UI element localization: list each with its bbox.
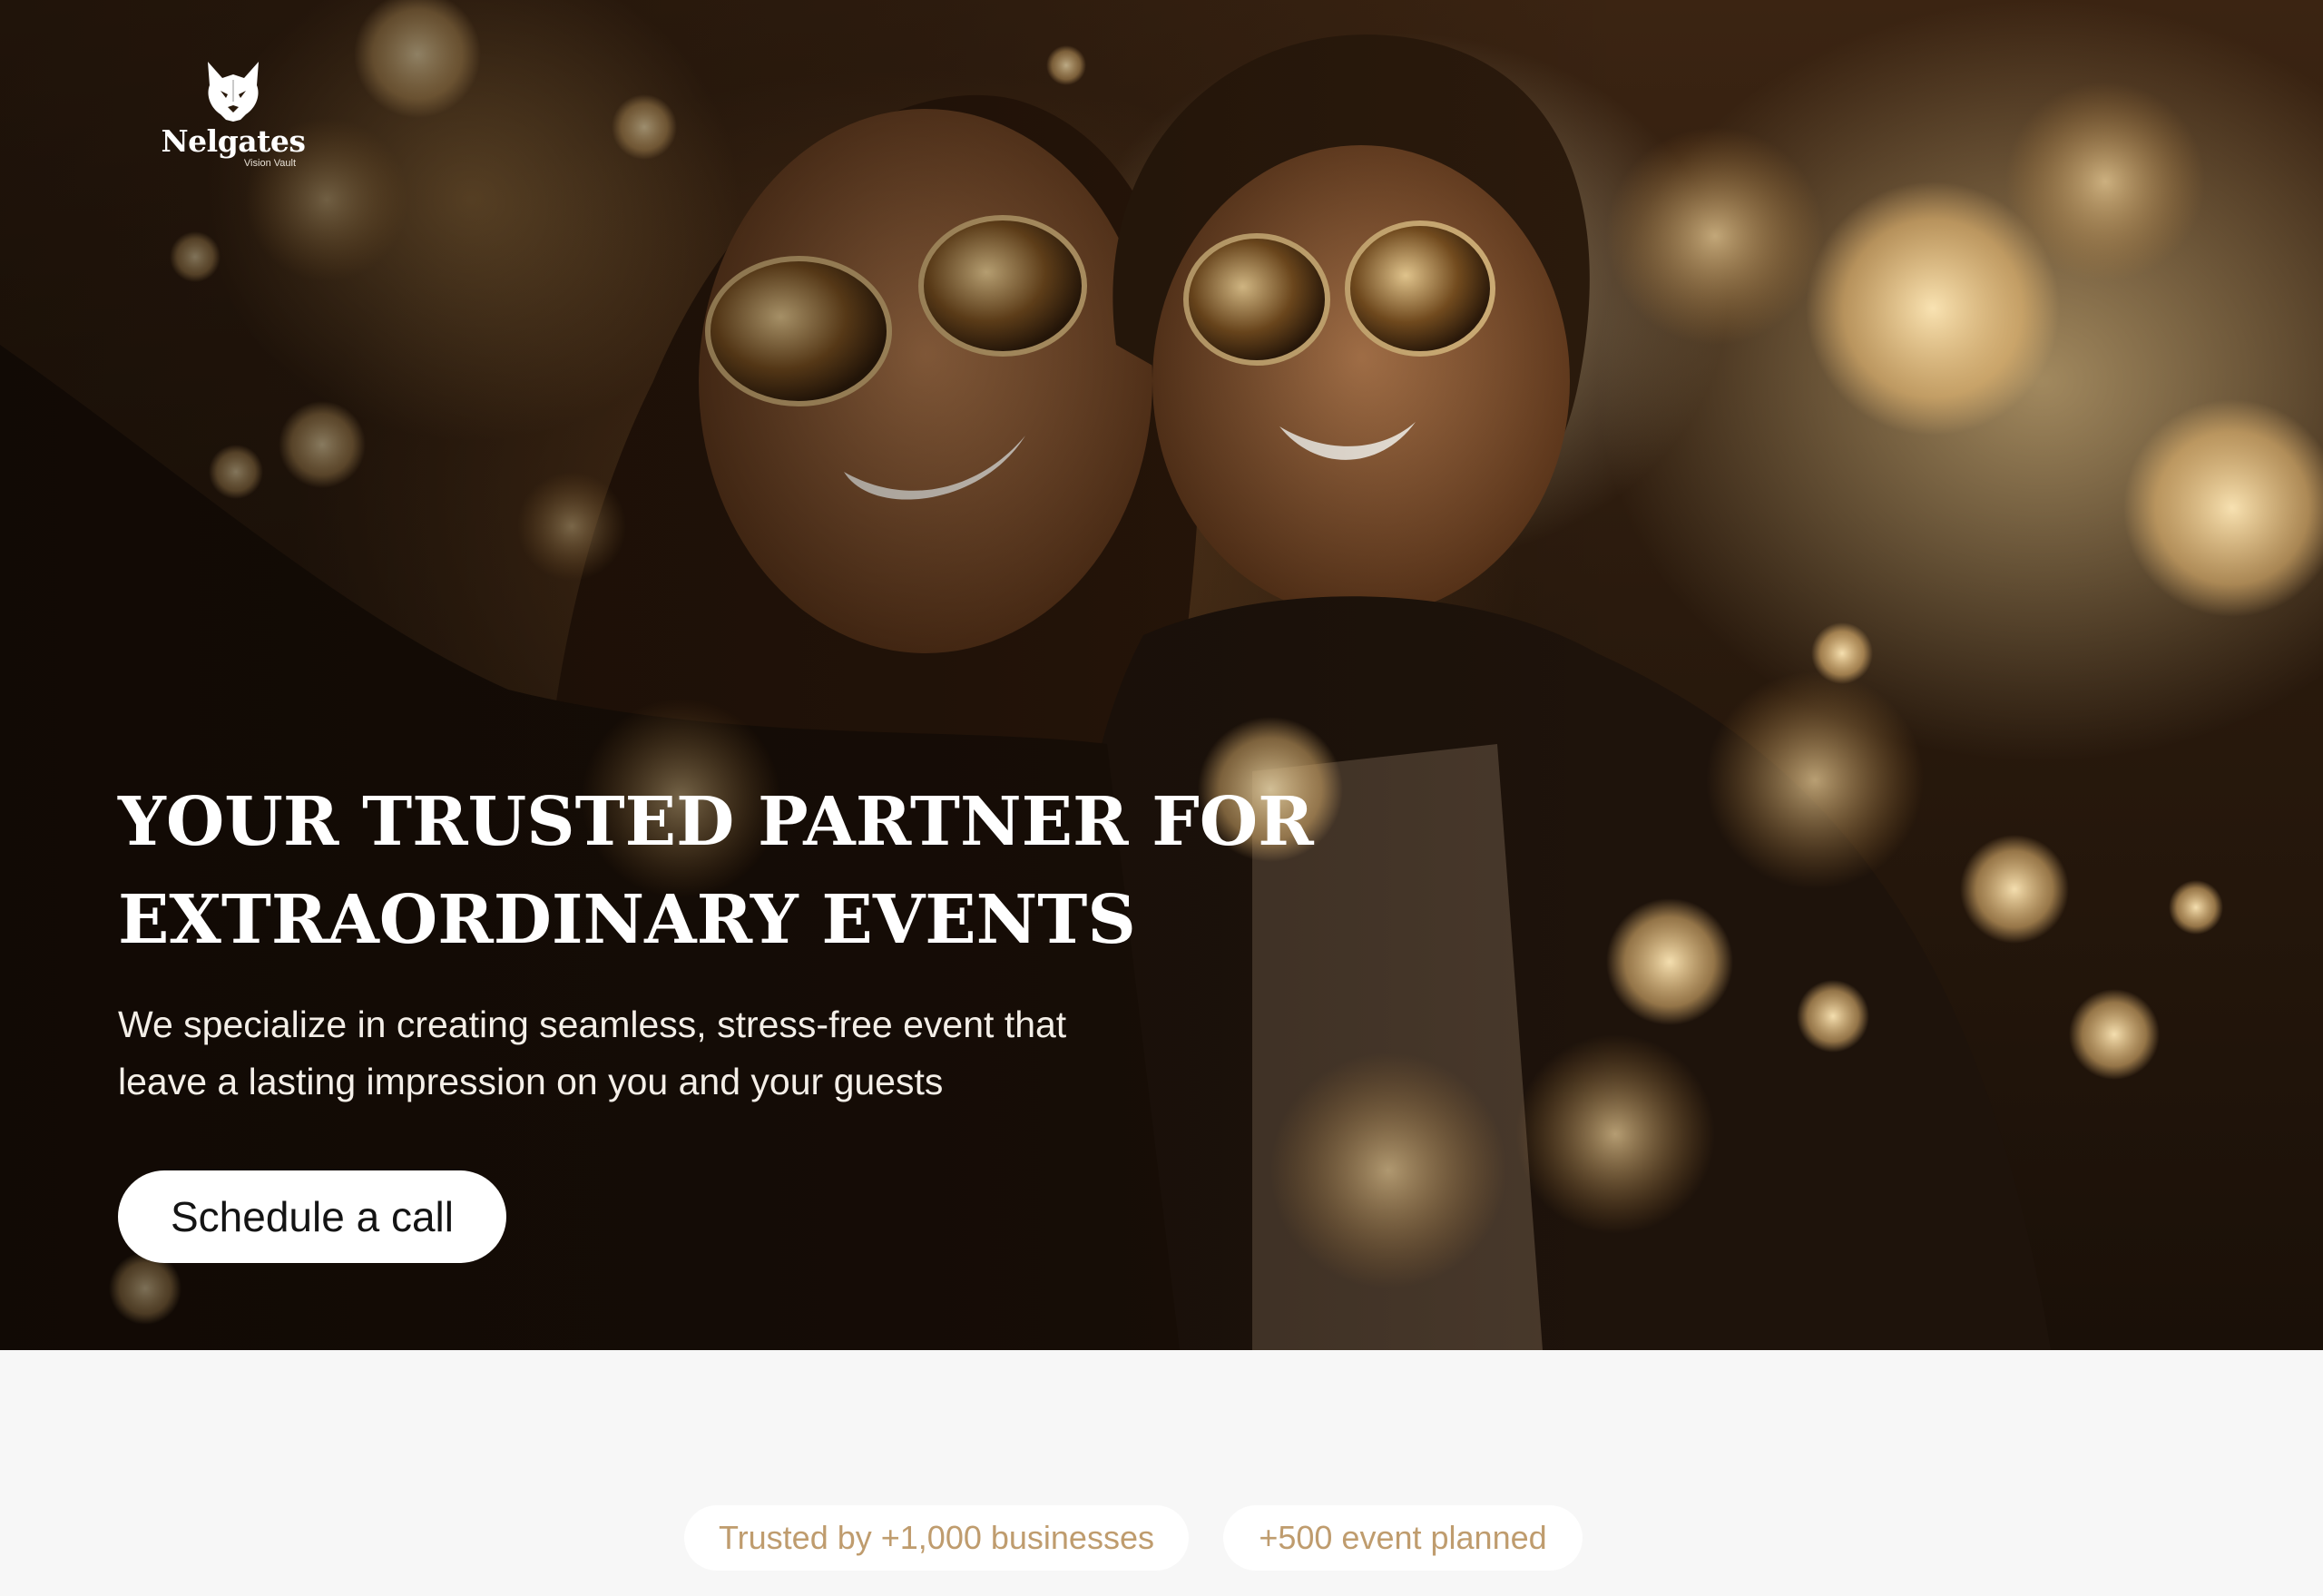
brand-name: Nelgates xyxy=(161,123,306,159)
brand-logo[interactable]: Nelgates Vision Vault xyxy=(152,58,314,172)
schedule-call-button[interactable]: Schedule a call xyxy=(118,1170,506,1263)
hero-subheading: We specialize in creating seamless, stre… xyxy=(118,996,1207,1111)
hero-overlay xyxy=(0,0,2323,1350)
brand-tagline: Vision Vault xyxy=(243,158,296,169)
hero-headline-line-2: EXTRAORDINARY EVENTS xyxy=(118,881,1136,959)
stat-badge-events: +500 event planned xyxy=(1223,1505,1583,1571)
wolf-head-icon xyxy=(208,62,259,122)
hero-subheading-line-2: leave a lasting impression on you and yo… xyxy=(118,1061,944,1102)
hero-headline-line-1: YOUR TRUSTED PARTNER FOR xyxy=(118,783,1314,861)
hero-headline: YOUR TRUSTED PARTNER FOR EXTRAORDINARY E… xyxy=(118,773,1388,969)
stats-section: Trusted by +1,000 businesses +500 event … xyxy=(0,1505,2323,1571)
stat-badge-businesses: Trusted by +1,000 businesses xyxy=(684,1505,1189,1571)
hero-subheading-line-1: We specialize in creating seamless, stre… xyxy=(118,1004,1067,1045)
hero-section: Nelgates Vision Vault YOUR TRUSTED PARTN… xyxy=(0,0,2323,1350)
